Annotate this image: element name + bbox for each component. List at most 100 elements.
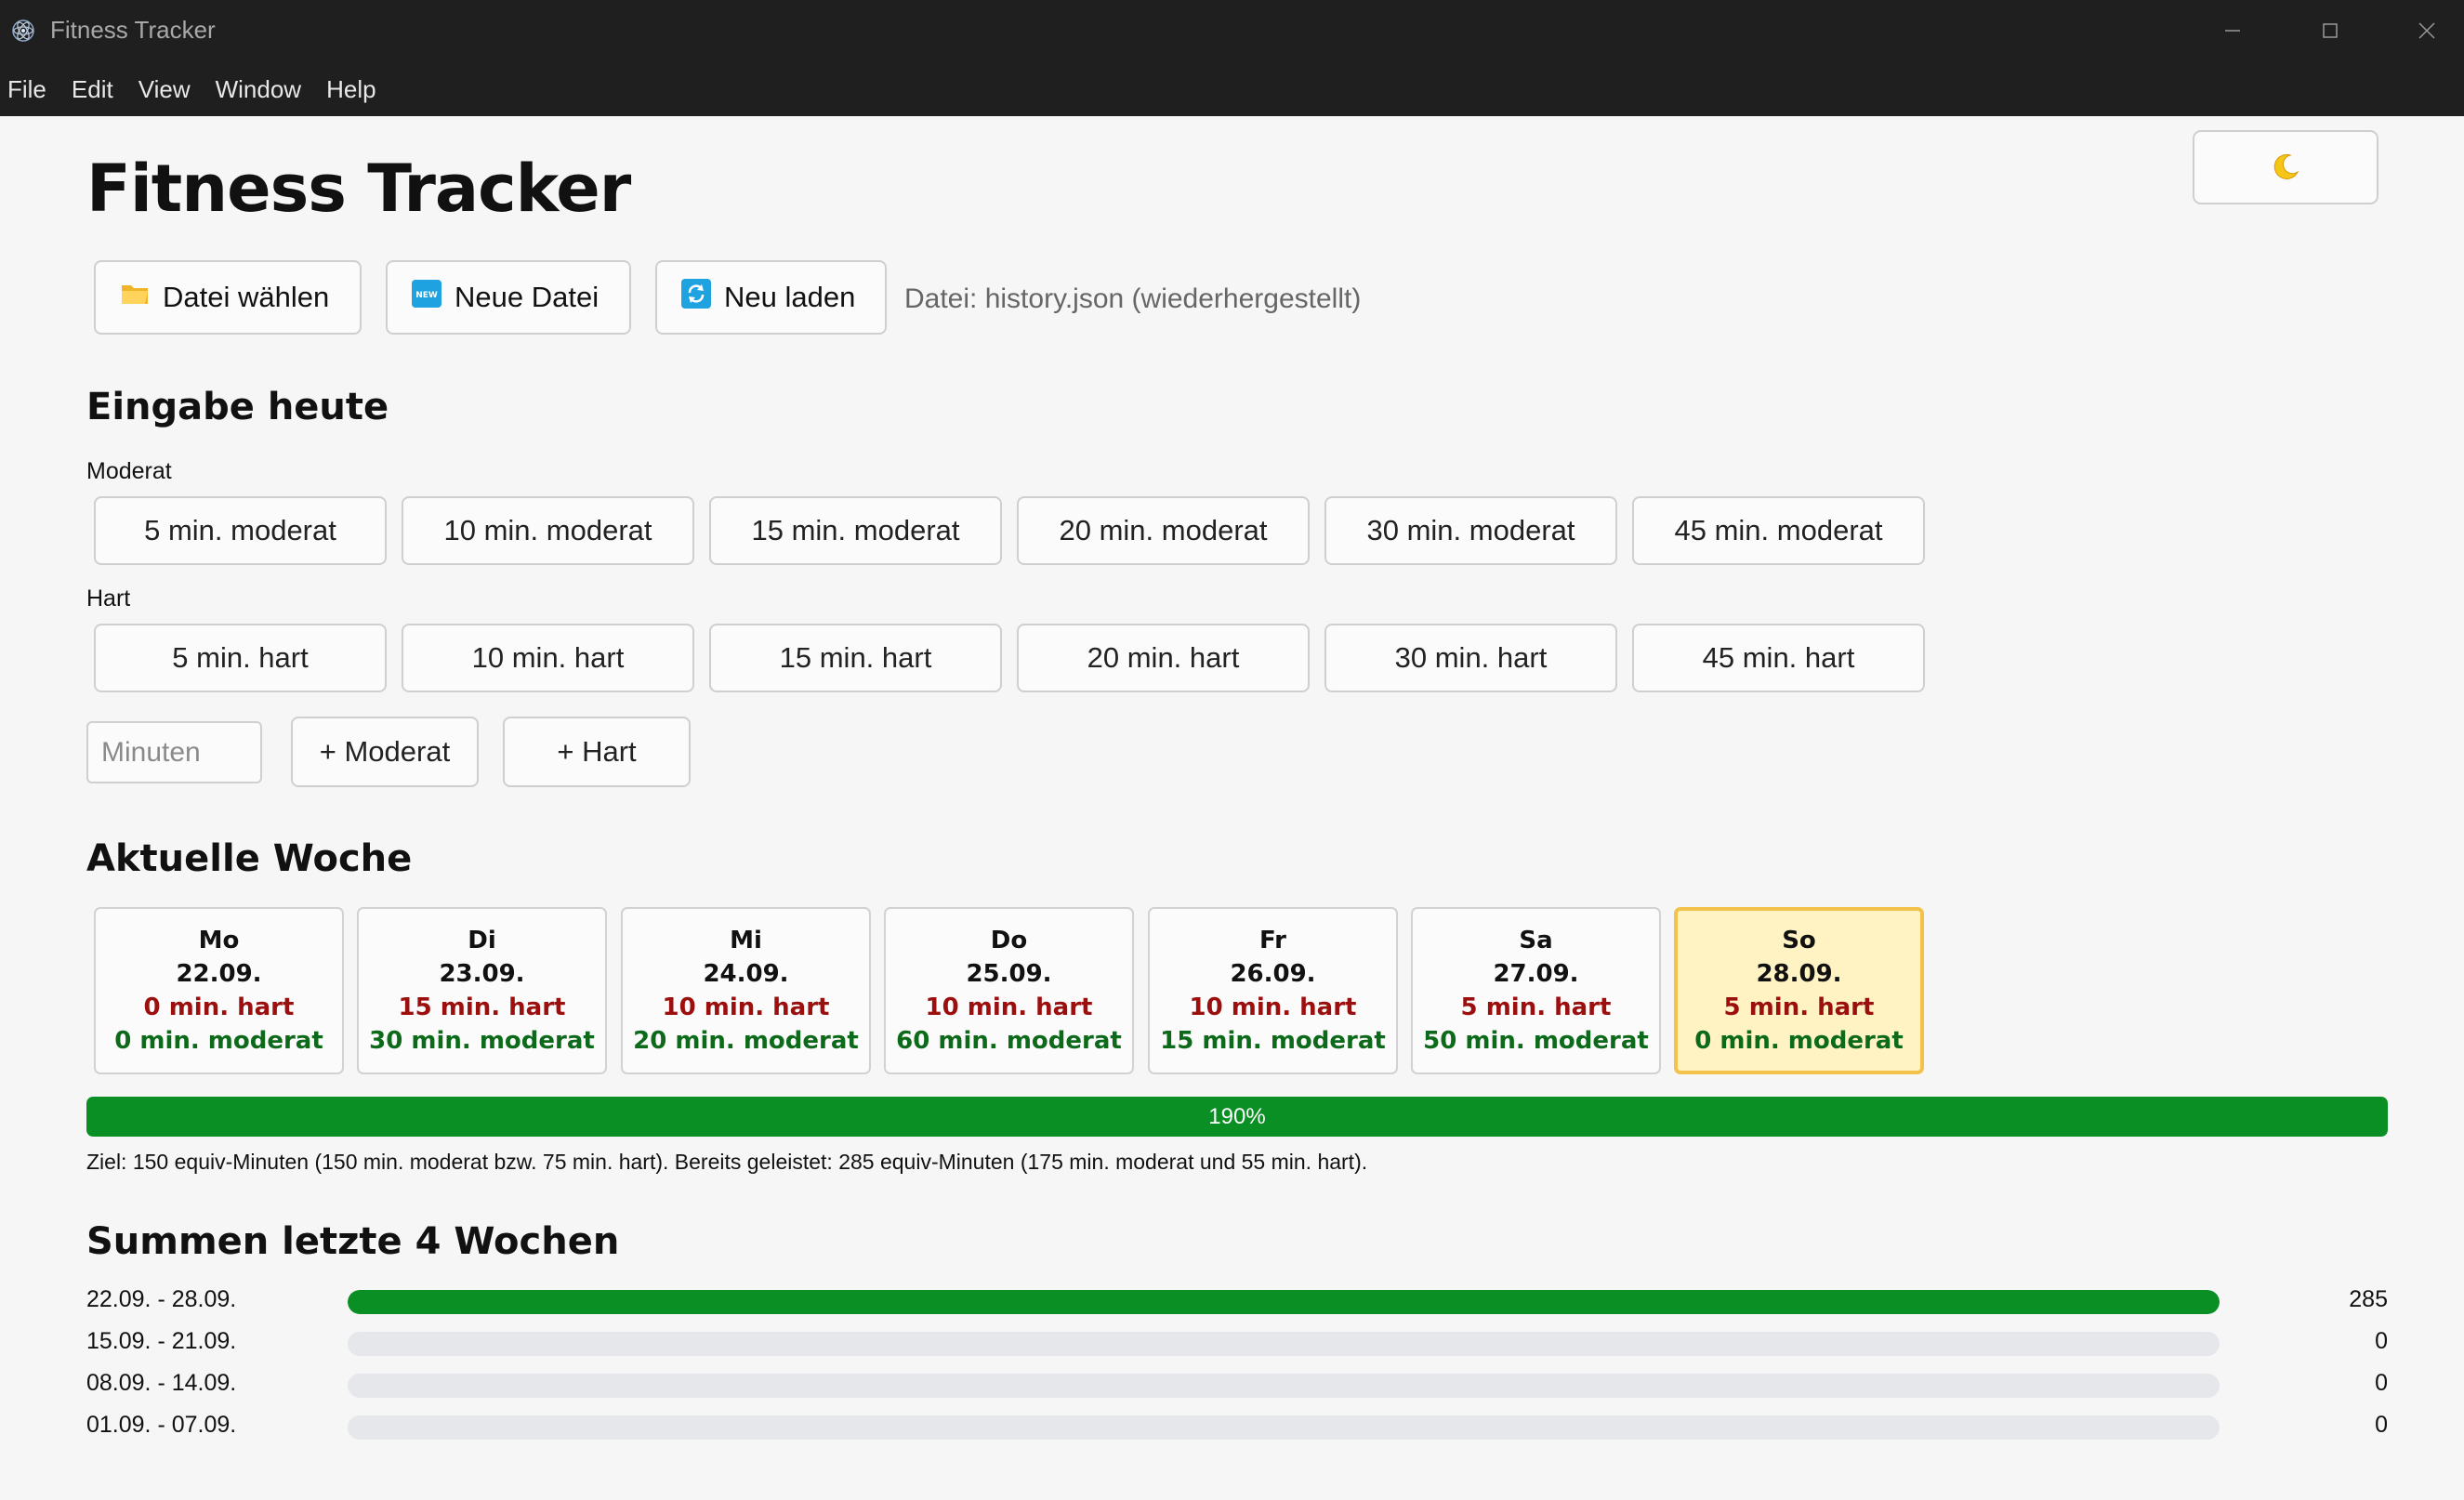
summary-row-label: 01.09. - 07.09. <box>86 1412 237 1438</box>
reload-label: Neu laden <box>724 281 856 313</box>
hart-label: Hart <box>86 586 131 612</box>
goal-text: Ziel: 150 equiv-Minuten (150 min. modera… <box>86 1150 1368 1174</box>
menu-file[interactable]: File <box>7 75 46 104</box>
moderat-label: Moderat <box>86 458 172 484</box>
page-title: Fitness Tracker <box>86 151 631 227</box>
day-name: Di <box>468 927 496 954</box>
menu-edit[interactable]: Edit <box>72 75 113 104</box>
folder-icon <box>120 281 150 314</box>
preset-hart-30[interactable]: 30 min. hart <box>1324 624 1617 692</box>
preset-moderat-5[interactable]: 5 min. moderat <box>94 496 387 565</box>
summary-bar <box>348 1415 2220 1440</box>
day-name: So <box>1782 927 1816 954</box>
svg-text:NEW: NEW <box>415 291 438 300</box>
add-hart-button[interactable]: + Hart <box>503 717 691 787</box>
minimize-button[interactable] <box>2191 7 2274 54</box>
reload-button[interactable]: Neu laden <box>655 260 887 335</box>
preset-moderat-45[interactable]: 45 min. moderat <box>1632 496 1925 565</box>
weekly-progress-text: 190% <box>1208 1103 1266 1129</box>
theme-toggle-button[interactable] <box>2193 130 2378 204</box>
day-moderat: 20 min. moderat <box>633 1027 859 1055</box>
file-status: Datei: history.json (wiederhergestellt) <box>904 283 1362 314</box>
day-card-do: Do 25.09. 10 min. hart 60 min. moderat <box>884 907 1134 1074</box>
menu-bar: File Edit View Window Help <box>0 63 2464 116</box>
day-card-fr: Fr 26.09. 10 min. hart 15 min. moderat <box>1148 907 1398 1074</box>
day-date: 25.09. <box>966 960 1052 988</box>
reload-icon <box>681 279 711 316</box>
main-content: Fitness Tracker Datei wählen NEW Neue Da… <box>0 116 2464 1500</box>
day-name: Mo <box>198 927 240 954</box>
day-hart: 5 min. hart <box>1723 993 1875 1021</box>
day-card-mi: Mi 24.09. 10 min. hart 20 min. moderat <box>621 907 871 1074</box>
day-name: Mi <box>730 927 762 954</box>
day-moderat: 30 min. moderat <box>369 1027 595 1055</box>
new-file-label: Neue Datei <box>455 281 600 313</box>
close-button[interactable] <box>2385 7 2464 54</box>
day-date: 26.09. <box>1230 960 1316 988</box>
summary-row-value: 0 <box>2375 1328 2388 1354</box>
day-moderat: 15 min. moderat <box>1160 1027 1386 1055</box>
preset-moderat-20[interactable]: 20 min. moderat <box>1017 496 1310 565</box>
summary-bar <box>348 1332 2220 1356</box>
preset-hart-5[interactable]: 5 min. hart <box>94 624 387 692</box>
day-hart: 10 min. hart <box>1189 993 1357 1021</box>
electron-atom-icon <box>11 19 35 43</box>
day-moderat: 0 min. moderat <box>1694 1027 1904 1055</box>
day-hart: 10 min. hart <box>662 993 830 1021</box>
summary-row: 15.09. - 21.09. 0 <box>86 1322 2388 1360</box>
moon-icon <box>2273 153 2299 179</box>
day-date: 27.09. <box>1493 960 1579 988</box>
preset-hart-10[interactable]: 10 min. hart <box>402 624 694 692</box>
summary-row: 01.09. - 07.09. 0 <box>86 1406 2388 1443</box>
day-card-so-today: So 28.09. 5 min. hart 0 min. moderat <box>1674 907 1924 1074</box>
day-moderat: 0 min. moderat <box>114 1027 323 1055</box>
day-card-sa: Sa 27.09. 5 min. hart 50 min. moderat <box>1411 907 1661 1074</box>
minimize-icon <box>2225 30 2240 32</box>
preset-moderat-15[interactable]: 15 min. moderat <box>709 496 1002 565</box>
minutes-input[interactable] <box>86 721 262 783</box>
day-hart: 15 min. hart <box>398 993 566 1021</box>
day-name: Fr <box>1259 927 1286 954</box>
summary-row-value: 0 <box>2375 1412 2388 1438</box>
menu-help[interactable]: Help <box>326 75 376 104</box>
add-moderat-button[interactable]: + Moderat <box>291 717 479 787</box>
day-moderat: 50 min. moderat <box>1423 1027 1649 1055</box>
weekly-progress-bar: 190% <box>86 1097 2388 1137</box>
new-file-button[interactable]: NEW Neue Datei <box>386 260 631 335</box>
preset-hart-15[interactable]: 15 min. hart <box>709 624 1002 692</box>
day-hart: 5 min. hart <box>1460 993 1612 1021</box>
preset-hart-20[interactable]: 20 min. hart <box>1017 624 1310 692</box>
day-card-di: Di 23.09. 15 min. hart 30 min. moderat <box>357 907 607 1074</box>
day-date: 22.09. <box>176 960 262 988</box>
choose-file-button[interactable]: Datei wählen <box>94 260 362 335</box>
menu-view[interactable]: View <box>138 75 191 104</box>
preset-hart-45[interactable]: 45 min. hart <box>1632 624 1925 692</box>
entry-heading: Eingabe heute <box>86 386 389 428</box>
menu-window[interactable]: Window <box>216 75 301 104</box>
day-name: Sa <box>1519 927 1553 954</box>
summary-row: 08.09. - 14.09. 0 <box>86 1364 2388 1401</box>
week-heading: Aktuelle Woche <box>86 837 413 880</box>
summary-bar <box>348 1290 2220 1314</box>
summary-bar-fill <box>348 1290 2220 1314</box>
day-date: 23.09. <box>439 960 525 988</box>
day-card-mo: Mo 22.09. 0 min. hart 0 min. moderat <box>94 907 344 1074</box>
preset-moderat-30[interactable]: 30 min. moderat <box>1324 496 1617 565</box>
window-title: Fitness Tracker <box>50 16 216 44</box>
maximize-button[interactable] <box>2288 7 2372 54</box>
summary-row-label: 22.09. - 28.09. <box>86 1286 237 1312</box>
maximize-icon <box>2323 23 2338 38</box>
summary-heading: Summen letzte 4 Wochen <box>86 1220 620 1263</box>
summary-row-label: 08.09. - 14.09. <box>86 1370 237 1396</box>
close-icon <box>2418 22 2435 39</box>
window-titlebar: Fitness Tracker <box>0 0 2464 63</box>
day-date: 24.09. <box>703 960 789 988</box>
summary-row-value: 0 <box>2375 1370 2388 1396</box>
day-date: 28.09. <box>1756 960 1842 988</box>
summary-row: 22.09. - 28.09. 285 <box>86 1281 2388 1318</box>
choose-file-label: Datei wählen <box>163 281 330 313</box>
day-hart: 0 min. hart <box>143 993 295 1021</box>
day-name: Do <box>990 927 1028 954</box>
preset-moderat-10[interactable]: 10 min. moderat <box>402 496 694 565</box>
day-hart: 10 min. hart <box>925 993 1093 1021</box>
